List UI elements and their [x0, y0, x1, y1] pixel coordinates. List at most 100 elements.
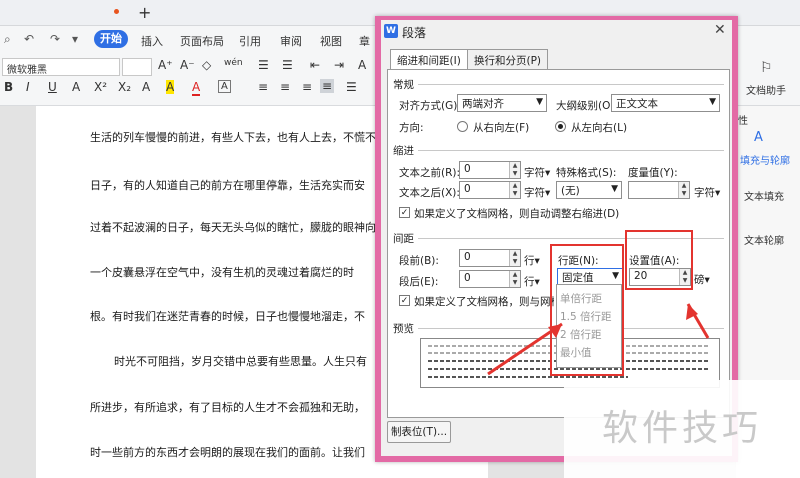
dialog-title-bar[interactable]	[381, 20, 732, 44]
clear-format-icon[interactable]: ◇	[202, 58, 211, 72]
spacing-grid-checkbox[interactable]: ✓	[399, 295, 410, 306]
tab-chapter[interactable]: 章	[359, 33, 370, 49]
tab-references[interactable]: 引用	[239, 33, 261, 49]
spinner-arrows-icon[interactable]: ▲ ▼	[509, 271, 520, 287]
space-after-value: 0	[464, 272, 471, 284]
ltr-radio[interactable]	[555, 121, 566, 132]
tab-insert[interactable]: 插入	[141, 33, 163, 49]
align-right-icon[interactable]: ≡	[302, 80, 312, 94]
align-select[interactable]: 两端对齐 ▼	[457, 94, 547, 112]
indent-after-input[interactable]: 0 ▲ ▼	[459, 181, 521, 199]
spinner-arrows-icon[interactable]: ▲ ▼	[509, 162, 520, 178]
special-value: (无)	[561, 185, 580, 197]
distributed-align-icon[interactable]: ☰	[346, 80, 357, 94]
spinner-arrows-icon[interactable]: ▲ ▼	[509, 182, 520, 198]
tab-start[interactable]: 开始	[94, 30, 128, 48]
fill-outline-tab[interactable]: 填充与轮廓	[740, 152, 790, 167]
outline-value: 正文文本	[616, 98, 658, 110]
measure-input[interactable]: ▲ ▼	[628, 181, 690, 199]
doc-helper-label[interactable]: 文档助手	[746, 82, 786, 97]
ltr-label: 从左向右(L)	[571, 122, 628, 134]
align-left-icon[interactable]: ≡	[258, 80, 268, 94]
text-direction-icon[interactable]: A	[358, 58, 366, 72]
shrink-font-icon[interactable]: A⁻	[180, 58, 195, 72]
indent-before-value: 0	[464, 163, 471, 175]
space-before-unit[interactable]: 行▾	[524, 253, 540, 268]
dialog-title: 段落	[402, 26, 427, 40]
close-icon[interactable]: ✕	[714, 22, 726, 38]
indent-before-input[interactable]: 0 ▲ ▼	[459, 161, 521, 179]
grow-font-icon[interactable]: A⁺	[158, 58, 173, 72]
space-before-input[interactable]: 0 ▲ ▼	[459, 249, 521, 267]
set-value-unit[interactable]: 磅▾	[694, 272, 710, 287]
align-center-icon[interactable]: ≡	[280, 80, 290, 94]
new-tab-button[interactable]: +	[138, 3, 151, 22]
indent-before-label: 文本之前(R):	[399, 167, 461, 179]
phonetic-icon[interactable]: wén	[224, 58, 243, 68]
dropdown-chevron-icon[interactable]: ▾	[72, 32, 78, 46]
text-fill-label[interactable]: 文本填充	[744, 188, 784, 203]
strikethrough-icon[interactable]: A	[72, 80, 80, 94]
tabstop-button[interactable]: 制表位(T)...	[387, 421, 451, 443]
doc-line: 过着不起波澜的日子，每天无头乌似的瞎忙，朦胧的眼神向	[90, 221, 376, 234]
indent-grid-checkbox[interactable]: ✓	[399, 207, 410, 218]
section-general: 常规	[393, 79, 414, 91]
bold-icon[interactable]: B	[4, 80, 13, 94]
superscript-icon[interactable]: X²	[94, 80, 107, 94]
undo-icon[interactable]: ↶	[24, 32, 34, 46]
tab-line-page-break[interactable]: 换行和分页(P)	[467, 49, 549, 69]
space-before-label: 段前(B):	[399, 255, 439, 267]
align-justify-icon[interactable]: ≡	[320, 79, 335, 93]
highlight-box-set-value	[625, 230, 693, 290]
chevron-down-icon: ▼	[611, 184, 618, 194]
special-select[interactable]: (无) ▼	[556, 181, 622, 199]
measure-label: 度量值(Y):	[628, 167, 678, 179]
space-after-input[interactable]: 0 ▲ ▼	[459, 270, 521, 288]
font-size-select[interactable]	[122, 58, 152, 76]
outline-select[interactable]: 正文文本 ▼	[611, 94, 720, 112]
section-indent: 缩进	[393, 145, 414, 157]
divider	[418, 84, 724, 85]
subscript-icon[interactable]: X₂	[118, 80, 131, 94]
redo-icon[interactable]: ↷	[50, 32, 60, 46]
special-label: 特殊格式(S):	[556, 167, 617, 179]
measure-unit[interactable]: 字符▾	[694, 185, 720, 200]
spinner-arrows-icon[interactable]: ▲ ▼	[509, 250, 520, 266]
indent-after-value: 0	[464, 183, 471, 195]
indent-grid-label: 如果定义了文档网格，则自动调整右缩进(D)	[414, 208, 620, 220]
doc-line: 时光不可阻挡，岁月交错中总要有些思量。人生只有	[114, 355, 367, 368]
rtl-radio[interactable]	[457, 121, 468, 132]
indent-after-label: 文本之后(X):	[399, 187, 460, 199]
section-spacing: 间距	[393, 233, 414, 245]
divider	[418, 150, 724, 151]
tab-view[interactable]: 视图	[320, 33, 342, 49]
tab-review[interactable]: 审阅	[280, 33, 302, 49]
preview-icon[interactable]: ⌕	[4, 32, 11, 47]
rtl-label: 从右向左(F)	[473, 122, 530, 134]
font-name-select[interactable]: 微软雅黑	[2, 58, 120, 76]
spinner-arrows-icon[interactable]: ▲ ▼	[678, 182, 689, 198]
tab-page-layout[interactable]: 页面布局	[180, 33, 224, 49]
wps-logo-icon: W	[384, 24, 398, 38]
section-preview: 预览	[393, 323, 414, 335]
text-outline-label[interactable]: 文本轮廓	[744, 232, 784, 247]
font-color-icon[interactable]: A	[192, 80, 201, 96]
highlight-icon[interactable]: A	[166, 80, 175, 94]
text-style-icon[interactable]: A	[754, 130, 763, 145]
underline-icon[interactable]: U	[48, 80, 57, 94]
number-list-icon[interactable]: ☰	[282, 58, 293, 72]
bullet-list-icon[interactable]: ☰	[258, 58, 269, 72]
indent-after-unit[interactable]: 字符▾	[524, 185, 550, 200]
tab-indent-spacing[interactable]: 缩进和间距(I)	[390, 49, 468, 70]
char-border-icon[interactable]: A	[218, 80, 231, 93]
text-effect-icon[interactable]: A	[142, 80, 150, 94]
align-label: 对齐方式(G):	[399, 100, 461, 112]
watermark: 软件技巧	[564, 380, 800, 478]
increase-indent-icon[interactable]: ⇥	[334, 58, 344, 72]
indent-before-unit[interactable]: 字符▾	[524, 165, 550, 180]
doc-helper-icon[interactable]: ⚐	[760, 60, 773, 76]
align-value: 两端对齐	[462, 98, 504, 110]
italic-icon[interactable]: I	[26, 80, 30, 94]
decrease-indent-icon[interactable]: ⇤	[310, 58, 320, 72]
space-after-unit[interactable]: 行▾	[524, 274, 540, 289]
